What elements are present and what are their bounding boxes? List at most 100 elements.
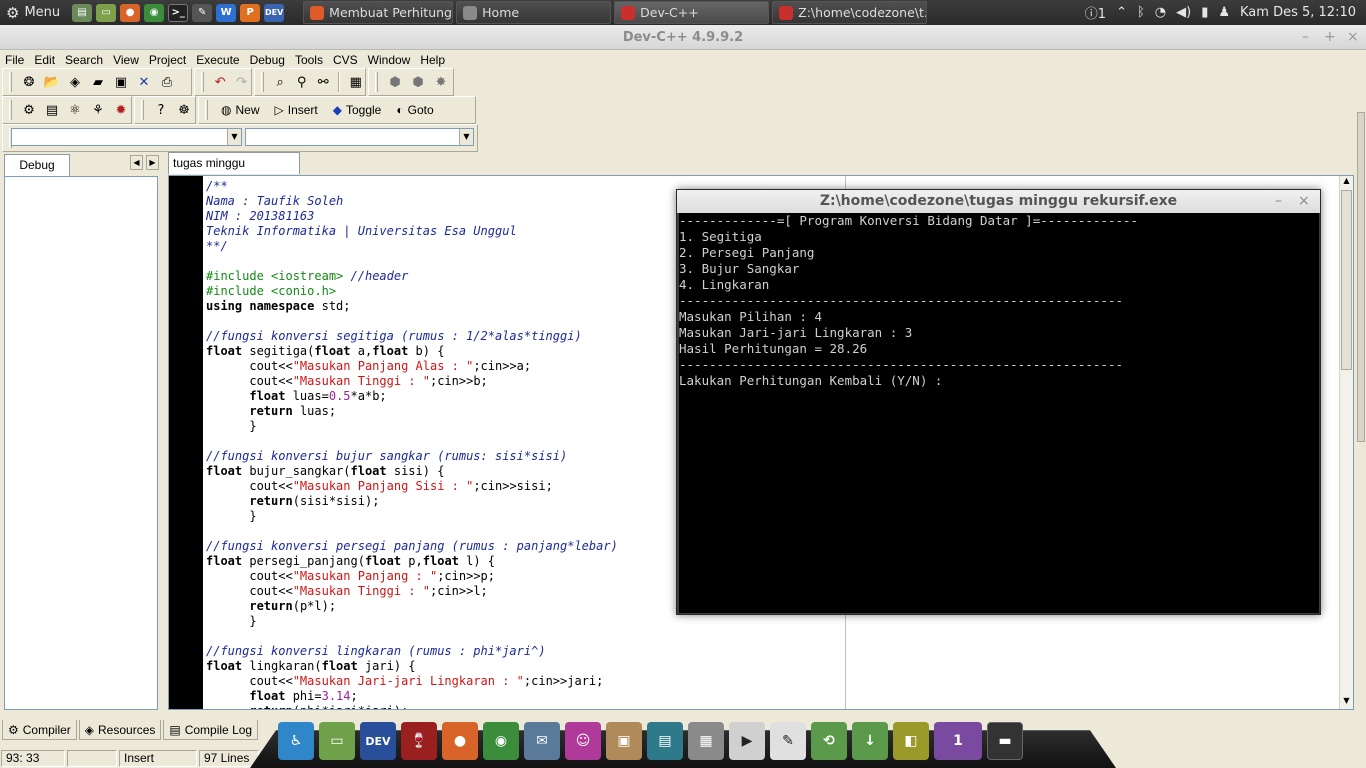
replace-icon[interactable]: ⚲: [292, 72, 311, 92]
task-home[interactable]: Home: [456, 1, 612, 24]
user-icon[interactable]: ♟: [1218, 5, 1230, 20]
undo-icon[interactable]: ↶: [211, 72, 230, 92]
devcpp-icon[interactable]: DEV: [360, 722, 396, 760]
save-all-icon[interactable]: ▣: [111, 72, 131, 92]
goto-bookmark-button[interactable]: ◐ Goto: [390, 103, 439, 117]
chrome-icon[interactable]: ◉: [483, 722, 519, 760]
source-code[interactable]: /** Nama : Taufik Soleh NIM : 201381163 …: [206, 179, 618, 709]
image-viewer-icon[interactable]: ◧: [893, 722, 929, 760]
chevron-right-icon[interactable]: ▶: [146, 155, 159, 170]
redo-icon[interactable]: ↷: [232, 72, 251, 92]
scroll-down-icon[interactable]: ▼: [1340, 696, 1353, 709]
editor-gutter[interactable]: [169, 176, 203, 709]
text-editor-icon[interactable]: ✎: [192, 3, 213, 22]
class-combo[interactable]: ▼: [11, 128, 242, 146]
task-console[interactable]: Z:\home\codezone\t...: [772, 1, 928, 24]
firefox-icon[interactable]: ●: [120, 3, 141, 22]
files-icon[interactable]: ▭: [319, 722, 355, 760]
tab-compile-log[interactable]: ▤ Compile Log: [163, 720, 259, 740]
scrollbar-thumb[interactable]: [1357, 112, 1365, 442]
rebuild-icon[interactable]: ⚘: [88, 100, 108, 120]
menu-project[interactable]: Project: [144, 53, 191, 67]
new-file-icon[interactable]: ◈: [65, 72, 85, 92]
open-icon[interactable]: 📂: [42, 72, 62, 92]
devcpp-icon[interactable]: DEV: [264, 3, 285, 22]
close-file-icon[interactable]: ✕: [134, 72, 154, 92]
minimize-icon[interactable]: –: [1302, 25, 1309, 50]
bluetooth-icon[interactable]: ᛒ: [1137, 5, 1145, 20]
save-icon[interactable]: ▰: [88, 72, 108, 92]
menu-debug[interactable]: Debug: [245, 53, 290, 67]
wps-writer-icon[interactable]: W: [216, 3, 237, 22]
clock[interactable]: Kam Des 5, 12:10: [1240, 5, 1356, 20]
find-icon[interactable]: ⌕: [271, 72, 290, 92]
presentation-icon[interactable]: ▤: [647, 722, 683, 760]
menu-execute[interactable]: Execute: [191, 53, 244, 67]
debug-panel[interactable]: [4, 176, 158, 710]
wine-icon[interactable]: 🍷: [401, 722, 437, 760]
toolbar-grip[interactable]: [9, 72, 12, 92]
pidgin-icon[interactable]: ☺: [565, 722, 601, 760]
debug-stop-icon[interactable]: ✸: [431, 72, 451, 92]
menu-help[interactable]: Help: [415, 53, 450, 67]
toolbar-grip[interactable]: [141, 100, 144, 120]
tab-resources[interactable]: ◈ Resources: [78, 720, 162, 740]
help-icon[interactable]: ?: [151, 100, 171, 120]
compile-run-icon[interactable]: ⚛: [65, 100, 85, 120]
close-icon[interactable]: ×: [1298, 190, 1310, 213]
project-icon[interactable]: ❂: [19, 72, 39, 92]
terminal-icon[interactable]: >_: [168, 3, 189, 22]
menu-tools[interactable]: Tools: [290, 53, 328, 67]
chevron-up-icon[interactable]: ⌃: [1116, 5, 1127, 20]
find-next-icon[interactable]: ⚯: [314, 72, 333, 92]
accessibility-icon[interactable]: ♿: [278, 722, 314, 760]
notification-indicator[interactable]: ⓘ1: [1085, 3, 1106, 22]
volume-icon[interactable]: ◀): [1176, 5, 1191, 20]
package-icon[interactable]: ▣: [606, 722, 642, 760]
console-output[interactable]: -------------=[ Program Konversi Bidang …: [679, 213, 1319, 613]
run-icon[interactable]: ▤: [42, 100, 62, 120]
tab-debug[interactable]: Debug: [4, 154, 70, 176]
minimize-icon[interactable]: –: [1275, 190, 1282, 213]
toolbar-grip[interactable]: [201, 72, 204, 92]
chevron-down-icon[interactable]: ▼: [227, 129, 241, 145]
toolbar-grip[interactable]: [9, 100, 12, 120]
scroll-up-icon[interactable]: ▲: [1340, 176, 1353, 189]
console-window[interactable]: Z:\home\codezone\tugas minggu rekursif.e…: [676, 189, 1321, 615]
editor-scrollbar[interactable]: ▲ ▼: [1339, 176, 1353, 709]
downloads-icon[interactable]: ↓: [852, 722, 888, 760]
firefox-icon[interactable]: ●: [442, 722, 478, 760]
chrome-icon[interactable]: ◉: [144, 3, 165, 22]
menu-edit[interactable]: Edit: [29, 53, 60, 67]
console-titlebar[interactable]: Z:\home\codezone\tugas minggu rekursif.e…: [677, 190, 1320, 213]
print-icon[interactable]: ⎙: [157, 72, 177, 92]
menu-file[interactable]: File: [0, 53, 29, 67]
thunderbird-icon[interactable]: ✉: [524, 722, 560, 760]
task-devcpp[interactable]: Dev-C++: [614, 1, 770, 24]
toggle-bookmark-button[interactable]: ◆ Toggle: [327, 103, 388, 117]
media-player-icon[interactable]: ▶: [729, 722, 765, 760]
maximize-icon[interactable]: +: [1324, 25, 1336, 50]
debug-step-icon[interactable]: ⬢: [385, 72, 405, 92]
new-class-button[interactable]: ◍ New: [215, 103, 266, 117]
text-editor-icon[interactable]: ✎: [770, 722, 806, 760]
about-icon[interactable]: ☸: [174, 100, 194, 120]
folder-icon[interactable]: ▭: [96, 3, 117, 22]
tab-source-file[interactable]: tugas minggu rekursif.cpp: [168, 152, 300, 190]
tab-compiler[interactable]: ⚙ Compiler: [2, 720, 77, 740]
scrollbar-thumb[interactable]: [1341, 190, 1352, 370]
wps-presentation-icon[interactable]: P: [240, 3, 261, 22]
menu-search[interactable]: Search: [60, 53, 108, 67]
insert-button[interactable]: ▷ Insert: [269, 103, 324, 117]
wifi-icon[interactable]: ◔: [1155, 5, 1166, 20]
menu-view[interactable]: View: [108, 53, 144, 67]
task-chrome[interactable]: Membuat Perhitung...: [303, 1, 454, 24]
window-scrollbar[interactable]: [1356, 68, 1366, 708]
show-desktop-icon[interactable]: ▬: [987, 722, 1023, 760]
menu-button[interactable]: ⚙ Menu: [0, 0, 70, 25]
workspace-switcher[interactable]: 1: [934, 722, 982, 760]
toolbar-grip[interactable]: [261, 72, 264, 92]
chevron-left-icon[interactable]: ◀: [130, 155, 143, 170]
toolbar-grip[interactable]: [375, 72, 378, 92]
battery-icon[interactable]: ▮: [1201, 5, 1208, 20]
